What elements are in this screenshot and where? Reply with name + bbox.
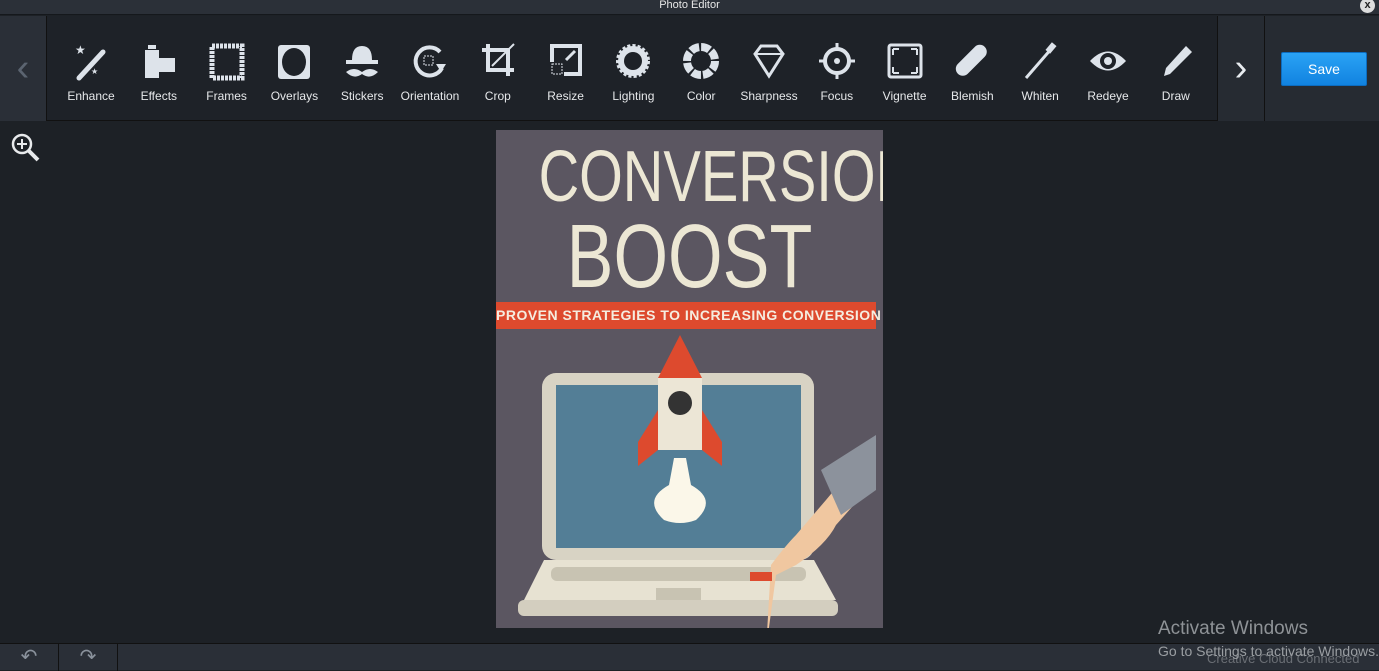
tool-label: Lighting	[612, 89, 655, 103]
tool-label: Draw	[1161, 89, 1190, 103]
tool-frames[interactable]: Frames	[193, 38, 261, 103]
cover-title-line2: BOOST	[566, 207, 813, 307]
toothbrush-icon	[1025, 42, 1057, 79]
resize-icon	[549, 44, 582, 76]
pencil-icon	[1163, 46, 1192, 76]
vignette-icon	[887, 43, 923, 79]
diamond-icon	[753, 44, 785, 79]
toolbar: ‹ ★ ★ Enhance Effects Frames Overlays Stickers…	[0, 16, 1379, 121]
tool-crop[interactable]: Crop	[464, 38, 532, 103]
tool-label: Blemish	[951, 89, 994, 103]
close-button[interactable]: x	[1360, 0, 1375, 13]
rotate-icon	[413, 45, 446, 78]
tool-label: Color	[686, 89, 716, 103]
tool-label: Resize	[547, 89, 584, 103]
tool-label: Sharpness	[740, 89, 798, 103]
title-bar: Photo Editor x	[0, 0, 1379, 15]
frame-icon	[209, 43, 245, 81]
activate-windows-text: Go to Settings to activate Windows.	[1158, 643, 1379, 659]
tool-vignette[interactable]: Vignette	[871, 38, 939, 103]
undo-button[interactable]: ↶	[0, 644, 59, 671]
tool-label: Orientation	[400, 89, 460, 103]
tool-label: Enhance	[67, 89, 115, 103]
tool-whiten[interactable]: Whiten	[1006, 38, 1074, 103]
mustache-hat-icon	[346, 46, 379, 77]
svg-text:★: ★	[91, 67, 98, 76]
tool-label: Frames	[206, 89, 247, 103]
activate-windows-heading: Activate Windows	[1158, 618, 1308, 639]
photo-canvas[interactable]: CONVERSION BOOST PROVEN STRATEGIES TO IN…	[496, 130, 883, 628]
tool-orientation[interactable]: Orientation	[396, 38, 464, 103]
tool-label: Whiten	[1021, 89, 1059, 103]
eye-icon	[1090, 51, 1126, 71]
crosshair-icon	[818, 43, 855, 79]
sun-icon	[616, 44, 651, 78]
tool-color[interactable]: Color	[667, 38, 735, 103]
tool-label: Vignette	[882, 89, 927, 103]
tool-label: Redeye	[1087, 89, 1129, 103]
cover-subtitle: PROVEN STRATEGIES TO INCREASING CONVERSI…	[496, 302, 883, 329]
tool-focus[interactable]: Focus	[803, 38, 871, 103]
tool-stickers[interactable]: Stickers	[328, 38, 396, 103]
tool-blemish[interactable]: Blemish	[938, 38, 1006, 103]
tool-label: Focus	[820, 89, 854, 103]
crop-icon	[481, 43, 515, 76]
window-title: Photo Editor	[659, 0, 720, 11]
tool-overlays[interactable]: Overlays	[260, 38, 328, 103]
tool-sharpness[interactable]: Sharpness	[735, 38, 803, 103]
color-wheel-icon	[683, 43, 720, 79]
tool-effects[interactable]: Effects	[125, 38, 193, 103]
zoom-in-icon[interactable]	[10, 132, 42, 167]
tool-lighting[interactable]: Lighting	[599, 38, 667, 103]
save-area: Save	[1265, 16, 1379, 121]
tool-label: Overlays	[270, 89, 319, 103]
tool-redeye[interactable]: Redeye	[1074, 38, 1142, 103]
tool-label: Effects	[140, 89, 178, 103]
overlay-icon	[278, 45, 311, 79]
tool-enhance[interactable]: ★ ★ Enhance	[57, 38, 125, 103]
scroll-right-button[interactable]: ›	[1217, 16, 1265, 121]
scroll-left-button[interactable]: ‹	[0, 16, 47, 121]
save-button[interactable]: Save	[1281, 52, 1367, 86]
tool-resize[interactable]: Resize	[532, 38, 600, 103]
tool-draw[interactable]: Draw	[1142, 38, 1210, 103]
laptop-rocket-illustration	[518, 335, 876, 628]
svg-text:★: ★	[75, 43, 86, 57]
bandage-icon	[956, 44, 988, 76]
redo-button[interactable]: ↷	[59, 644, 118, 671]
magic-wand-icon: ★★	[75, 43, 106, 81]
film-icon	[144, 45, 175, 78]
tool-label: Crop	[484, 89, 511, 103]
tool-label: Stickers	[340, 89, 384, 103]
